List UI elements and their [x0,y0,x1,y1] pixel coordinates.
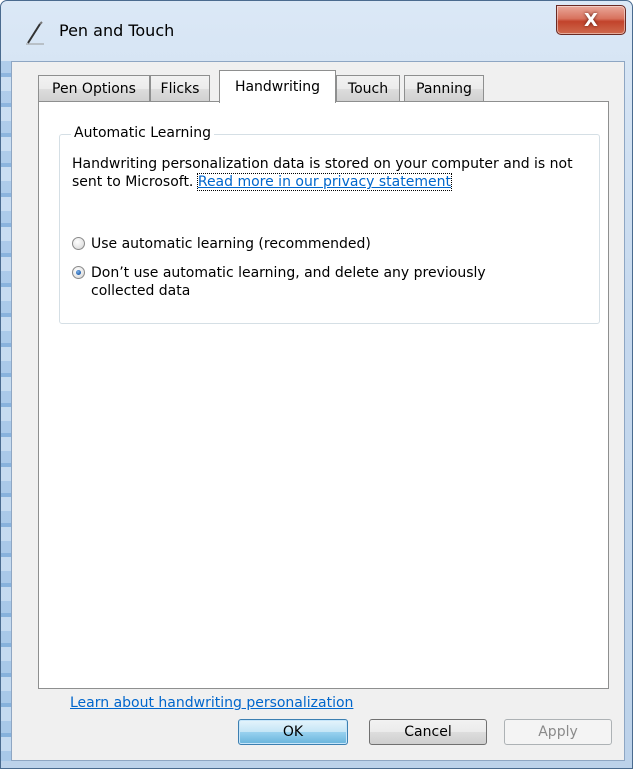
title-bar[interactable]: Pen and Touch X [1,1,633,61]
privacy-statement-link[interactable]: Read more in our privacy statement [196,173,452,191]
cancel-button[interactable]: Cancel [369,719,487,745]
pen-icon [26,21,44,45]
tab-label: Pen Options [52,81,136,97]
tab-label: Panning [416,81,472,97]
close-button[interactable]: X [556,5,626,35]
tab-panning[interactable]: Panning [404,75,484,102]
tab-label: Handwriting [234,79,321,95]
privacy-description: Handwriting personalization data is stor… [72,155,592,191]
apply-button[interactable]: Apply [504,719,612,745]
group-title: Automatic Learning [71,125,215,141]
close-icon: X [584,9,598,31]
dialog-client-area: Pen Options Flicks Handwriting Touch Pan… [11,61,625,761]
tab-flicks[interactable]: Flicks [150,75,210,102]
radio-button-unchecked[interactable] [72,237,85,250]
window-title: Pen and Touch [59,21,175,40]
radio-button-checked[interactable] [72,266,85,279]
window-border-strip [1,61,11,761]
tab-label: Flicks [160,81,200,97]
radio-label: Use automatic learning (recommended) [91,236,371,252]
tab-pen-options[interactable]: Pen Options [38,75,150,102]
tab-handwriting[interactable]: Handwriting [219,70,336,103]
tab-label: Touch [347,81,389,97]
learn-handwriting-link[interactable]: Learn about handwriting personalization [70,695,353,711]
ok-button[interactable]: OK [238,719,348,745]
radio-use-automatic-learning[interactable]: Use automatic learning (recommended) [72,235,371,253]
dialog-window: Pen and Touch X Pen Options Flicks Handw… [0,0,633,769]
handwriting-tab-panel: Automatic Learning Handwriting personali… [38,101,609,711]
radio-label: Don’t use automatic learning, and delete… [91,265,486,299]
radio-dont-use-automatic-learning[interactable]: Don’t use automatic learning, and delete… [72,264,542,300]
tab-touch[interactable]: Touch [336,75,400,102]
automatic-learning-group: Automatic Learning Handwriting personali… [59,125,600,324]
